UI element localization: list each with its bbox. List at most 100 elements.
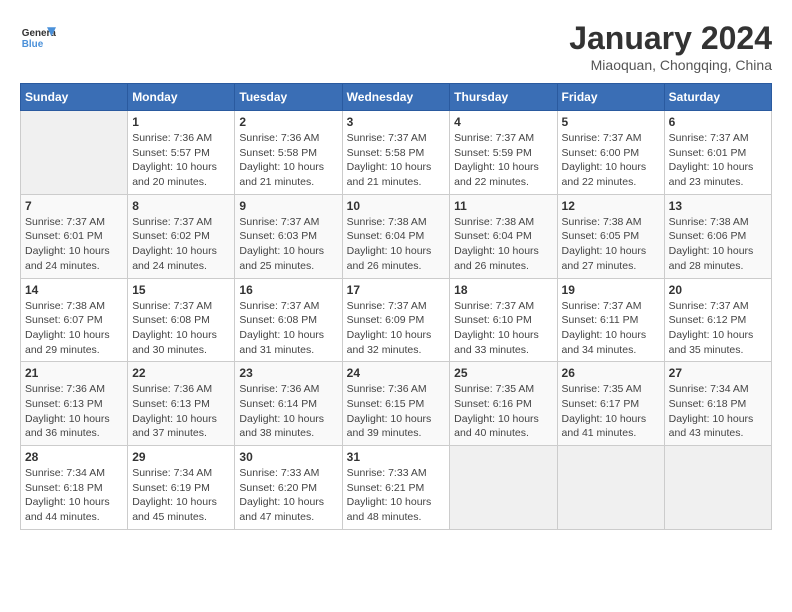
day-cell: 20 Sunrise: 7:37 AMSunset: 6:12 PMDayligh… <box>664 278 771 362</box>
day-cell: 22 Sunrise: 7:36 AMSunset: 6:13 PMDayligh… <box>128 362 235 446</box>
day-info: Sunrise: 7:36 AMSunset: 5:57 PMDaylight:… <box>132 131 230 190</box>
day-number: 11 <box>454 199 552 213</box>
day-info: Sunrise: 7:37 AMSunset: 6:08 PMDaylight:… <box>239 299 337 358</box>
day-number: 20 <box>669 283 767 297</box>
day-cell: 9 Sunrise: 7:37 AMSunset: 6:03 PMDaylight… <box>235 194 342 278</box>
day-cell: 7Sunrise: 7:37 AMSunset: 6:01 PMDaylight… <box>21 194 128 278</box>
day-info: Sunrise: 7:37 AMSunset: 6:02 PMDaylight:… <box>132 215 230 274</box>
day-number: 18 <box>454 283 552 297</box>
day-info: Sunrise: 7:37 AMSunset: 5:58 PMDaylight:… <box>347 131 446 190</box>
day-info: Sunrise: 7:37 AMSunset: 6:01 PMDaylight:… <box>25 215 123 274</box>
day-info: Sunrise: 7:35 AMSunset: 6:17 PMDaylight:… <box>562 382 660 441</box>
day-info: Sunrise: 7:34 AMSunset: 6:18 PMDaylight:… <box>669 382 767 441</box>
day-number: 13 <box>669 199 767 213</box>
day-number: 30 <box>239 450 337 464</box>
day-cell: 28Sunrise: 7:34 AMSunset: 6:18 PMDayligh… <box>21 446 128 530</box>
title-block: January 2024 Miaoquan, Chongqing, China <box>569 20 772 73</box>
day-cell: 12 Sunrise: 7:38 AMSunset: 6:05 PMDayligh… <box>557 194 664 278</box>
day-number: 26 <box>562 366 660 380</box>
day-info: Sunrise: 7:37 AMSunset: 6:00 PMDaylight:… <box>562 131 660 190</box>
weekday-header-row: SundayMondayTuesdayWednesdayThursdayFrid… <box>21 84 772 111</box>
day-number: 10 <box>347 199 446 213</box>
day-cell: 19 Sunrise: 7:37 AMSunset: 6:11 PMDayligh… <box>557 278 664 362</box>
day-info: Sunrise: 7:33 AMSunset: 6:21 PMDaylight:… <box>347 466 446 525</box>
day-cell: 5Sunrise: 7:37 AMSunset: 6:00 PMDaylight… <box>557 111 664 195</box>
day-info: Sunrise: 7:38 AMSunset: 6:06 PMDaylight:… <box>669 215 767 274</box>
day-info: Sunrise: 7:37 AMSunset: 6:03 PMDaylight:… <box>239 215 337 274</box>
day-number: 16 <box>239 283 337 297</box>
page-header: General Blue January 2024 Miaoquan, Chon… <box>20 20 772 73</box>
day-number: 8 <box>132 199 230 213</box>
logo: General Blue <box>20 20 56 56</box>
day-number: 1 <box>132 115 230 129</box>
week-row-4: 21 Sunrise: 7:36 AMSunset: 6:13 PMDayligh… <box>21 362 772 446</box>
day-cell: 17Sunrise: 7:37 AMSunset: 6:09 PMDayligh… <box>342 278 450 362</box>
day-cell: 1 Sunrise: 7:36 AMSunset: 5:57 PMDaylight… <box>128 111 235 195</box>
week-row-3: 14 Sunrise: 7:38 AMSunset: 6:07 PMDayligh… <box>21 278 772 362</box>
day-cell <box>664 446 771 530</box>
day-info: Sunrise: 7:37 AMSunset: 6:09 PMDaylight:… <box>347 299 446 358</box>
day-number: 3 <box>347 115 446 129</box>
day-number: 2 <box>239 115 337 129</box>
day-number: 14 <box>25 283 123 297</box>
day-cell: 11 Sunrise: 7:38 AMSunset: 6:04 PMDayligh… <box>450 194 557 278</box>
weekday-header-tuesday: Tuesday <box>235 84 342 111</box>
day-number: 27 <box>669 366 767 380</box>
week-row-5: 28Sunrise: 7:34 AMSunset: 6:18 PMDayligh… <box>21 446 772 530</box>
weekday-header-thursday: Thursday <box>450 84 557 111</box>
day-number: 21 <box>25 366 123 380</box>
day-number: 31 <box>347 450 446 464</box>
day-cell: 8 Sunrise: 7:37 AMSunset: 6:02 PMDaylight… <box>128 194 235 278</box>
day-cell: 30 Sunrise: 7:33 AMSunset: 6:20 PMDayligh… <box>235 446 342 530</box>
day-info: Sunrise: 7:36 AMSunset: 6:13 PMDaylight:… <box>132 382 230 441</box>
day-cell: 23 Sunrise: 7:36 AMSunset: 6:14 PMDayligh… <box>235 362 342 446</box>
day-cell <box>557 446 664 530</box>
day-info: Sunrise: 7:38 AMSunset: 6:05 PMDaylight:… <box>562 215 660 274</box>
day-info: Sunrise: 7:38 AMSunset: 6:04 PMDaylight:… <box>347 215 446 274</box>
svg-text:Blue: Blue <box>22 39 44 50</box>
day-cell: 27 Sunrise: 7:34 AMSunset: 6:18 PMDayligh… <box>664 362 771 446</box>
day-number: 19 <box>562 283 660 297</box>
day-number: 4 <box>454 115 552 129</box>
day-info: Sunrise: 7:37 AMSunset: 6:01 PMDaylight:… <box>669 131 767 190</box>
day-cell: 10 Sunrise: 7:38 AMSunset: 6:04 PMDayligh… <box>342 194 450 278</box>
day-number: 6 <box>669 115 767 129</box>
day-info: Sunrise: 7:36 AMSunset: 6:15 PMDaylight:… <box>347 382 446 441</box>
day-info: Sunrise: 7:35 AMSunset: 6:16 PMDaylight:… <box>454 382 552 441</box>
day-info: Sunrise: 7:37 AMSunset: 6:12 PMDaylight:… <box>669 299 767 358</box>
day-number: 23 <box>239 366 337 380</box>
weekday-header-wednesday: Wednesday <box>342 84 450 111</box>
day-info: Sunrise: 7:37 AMSunset: 6:10 PMDaylight:… <box>454 299 552 358</box>
day-info: Sunrise: 7:38 AMSunset: 6:04 PMDaylight:… <box>454 215 552 274</box>
day-cell: 24Sunrise: 7:36 AMSunset: 6:15 PMDayligh… <box>342 362 450 446</box>
day-number: 22 <box>132 366 230 380</box>
day-cell: 25 Sunrise: 7:35 AMSunset: 6:16 PMDayligh… <box>450 362 557 446</box>
day-cell: 31 Sunrise: 7:33 AMSunset: 6:21 PMDayligh… <box>342 446 450 530</box>
day-cell: 29Sunrise: 7:34 AMSunset: 6:19 PMDayligh… <box>128 446 235 530</box>
day-info: Sunrise: 7:36 AMSunset: 5:58 PMDaylight:… <box>239 131 337 190</box>
main-title: January 2024 <box>569 20 772 57</box>
day-number: 25 <box>454 366 552 380</box>
logo-icon: General Blue <box>20 20 56 56</box>
day-number: 15 <box>132 283 230 297</box>
week-row-2: 7Sunrise: 7:37 AMSunset: 6:01 PMDaylight… <box>21 194 772 278</box>
day-info: Sunrise: 7:34 AMSunset: 6:19 PMDaylight:… <box>132 466 230 525</box>
day-info: Sunrise: 7:38 AMSunset: 6:07 PMDaylight:… <box>25 299 123 358</box>
day-info: Sunrise: 7:37 AMSunset: 5:59 PMDaylight:… <box>454 131 552 190</box>
day-cell <box>21 111 128 195</box>
day-cell: 6 Sunrise: 7:37 AMSunset: 6:01 PMDaylight… <box>664 111 771 195</box>
day-cell: 14 Sunrise: 7:38 AMSunset: 6:07 PMDayligh… <box>21 278 128 362</box>
calendar-table: SundayMondayTuesdayWednesdayThursdayFrid… <box>20 83 772 530</box>
day-info: Sunrise: 7:34 AMSunset: 6:18 PMDaylight:… <box>25 466 123 525</box>
day-cell <box>450 446 557 530</box>
day-number: 12 <box>562 199 660 213</box>
day-info: Sunrise: 7:33 AMSunset: 6:20 PMDaylight:… <box>239 466 337 525</box>
day-cell: 16 Sunrise: 7:37 AMSunset: 6:08 PMDayligh… <box>235 278 342 362</box>
day-info: Sunrise: 7:37 AMSunset: 6:11 PMDaylight:… <box>562 299 660 358</box>
day-info: Sunrise: 7:37 AMSunset: 6:08 PMDaylight:… <box>132 299 230 358</box>
day-number: 9 <box>239 199 337 213</box>
day-cell: 21 Sunrise: 7:36 AMSunset: 6:13 PMDayligh… <box>21 362 128 446</box>
day-info: Sunrise: 7:36 AMSunset: 6:13 PMDaylight:… <box>25 382 123 441</box>
weekday-header-monday: Monday <box>128 84 235 111</box>
day-info: Sunrise: 7:36 AMSunset: 6:14 PMDaylight:… <box>239 382 337 441</box>
